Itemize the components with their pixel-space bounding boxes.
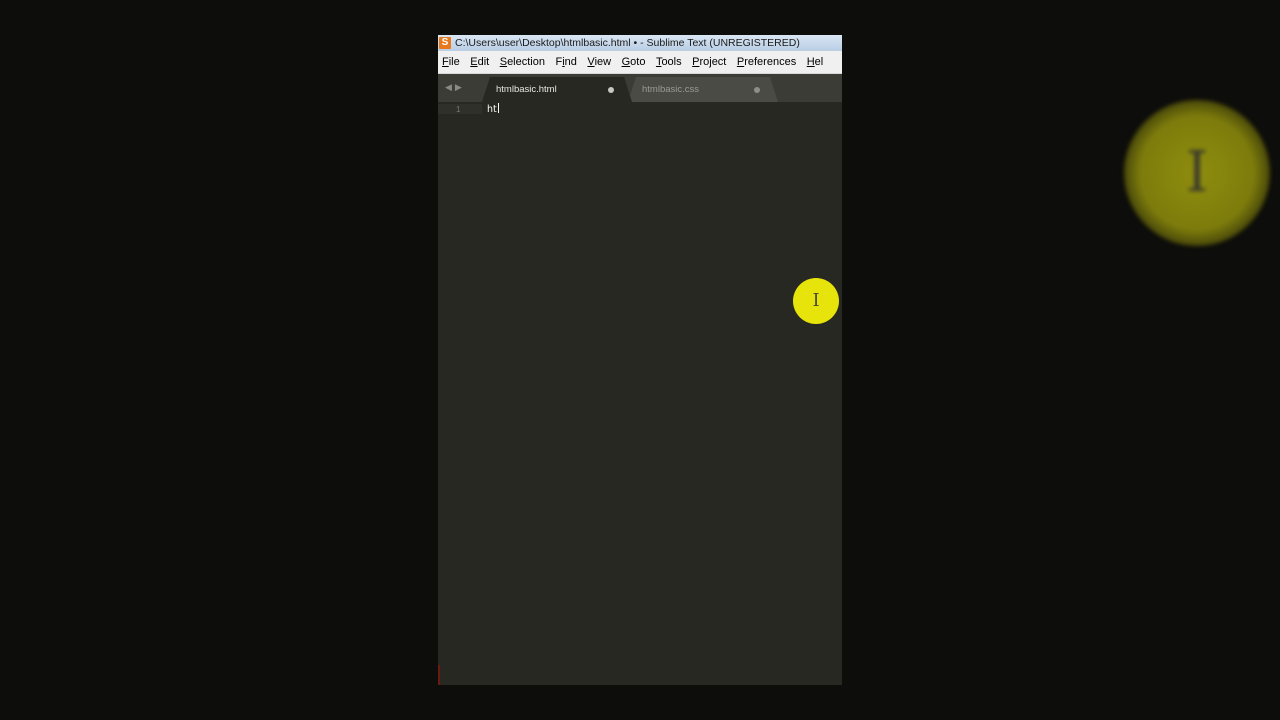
window-title: C:\Users\user\Desktop\htmlbasic.html • -… <box>455 37 800 49</box>
screen: I S C:\Users\user\Desktop\htmlbasic.html… <box>0 0 1280 720</box>
title-bar[interactable]: S C:\Users\user\Desktop\htmlbasic.html •… <box>438 35 842 51</box>
right-arrow-icon[interactable]: ▶ <box>455 81 462 93</box>
menu-bar: File Edit Selection Find View Goto Tools… <box>438 51 842 74</box>
menu-help[interactable]: Hel <box>803 56 830 68</box>
menu-project[interactable]: Project <box>688 56 733 68</box>
code-line[interactable]: ht <box>487 103 499 115</box>
unsaved-dot-icon[interactable] <box>608 86 614 93</box>
menu-view[interactable]: View <box>583 56 617 68</box>
tab-htmlbasic-css[interactable]: htmlbasic.css <box>628 77 778 102</box>
tab-navigation: ◀ ▶ <box>445 81 462 93</box>
menu-tools[interactable]: Tools <box>652 56 688 68</box>
sublime-app-icon: S <box>439 37 451 49</box>
left-arrow-icon[interactable]: ◀ <box>445 81 452 93</box>
mouse-cursor-highlight: I <box>793 278 839 324</box>
background-cursor-highlight: I <box>1124 100 1270 246</box>
menu-goto[interactable]: Goto <box>618 56 652 68</box>
tab-bar: ◀ ▶ htmlbasic.css htmlbasic.html <box>438 74 842 102</box>
text-cursor-icon: I <box>812 290 820 311</box>
text-cursor-icon: I <box>1185 140 1209 205</box>
menu-file[interactable]: File <box>438 56 466 68</box>
code-editor[interactable]: 1 ht <box>438 102 842 685</box>
menu-preferences[interactable]: Preferences <box>733 56 803 68</box>
current-line-gutter: 1 <box>438 104 482 114</box>
sublime-text-window: S C:\Users\user\Desktop\htmlbasic.html •… <box>438 35 842 685</box>
menu-find[interactable]: Find <box>551 56 583 68</box>
menu-selection[interactable]: Selection <box>496 56 552 68</box>
unsaved-dot-icon[interactable] <box>754 86 760 93</box>
menu-edit[interactable]: Edit <box>466 56 495 68</box>
text-caret <box>497 103 499 113</box>
menu-find-suffix: nd <box>564 56 577 68</box>
window-edge-accent <box>438 665 440 685</box>
tab-htmlbasic-html[interactable]: htmlbasic.html <box>482 77 632 102</box>
line-number: 1 <box>456 105 461 114</box>
